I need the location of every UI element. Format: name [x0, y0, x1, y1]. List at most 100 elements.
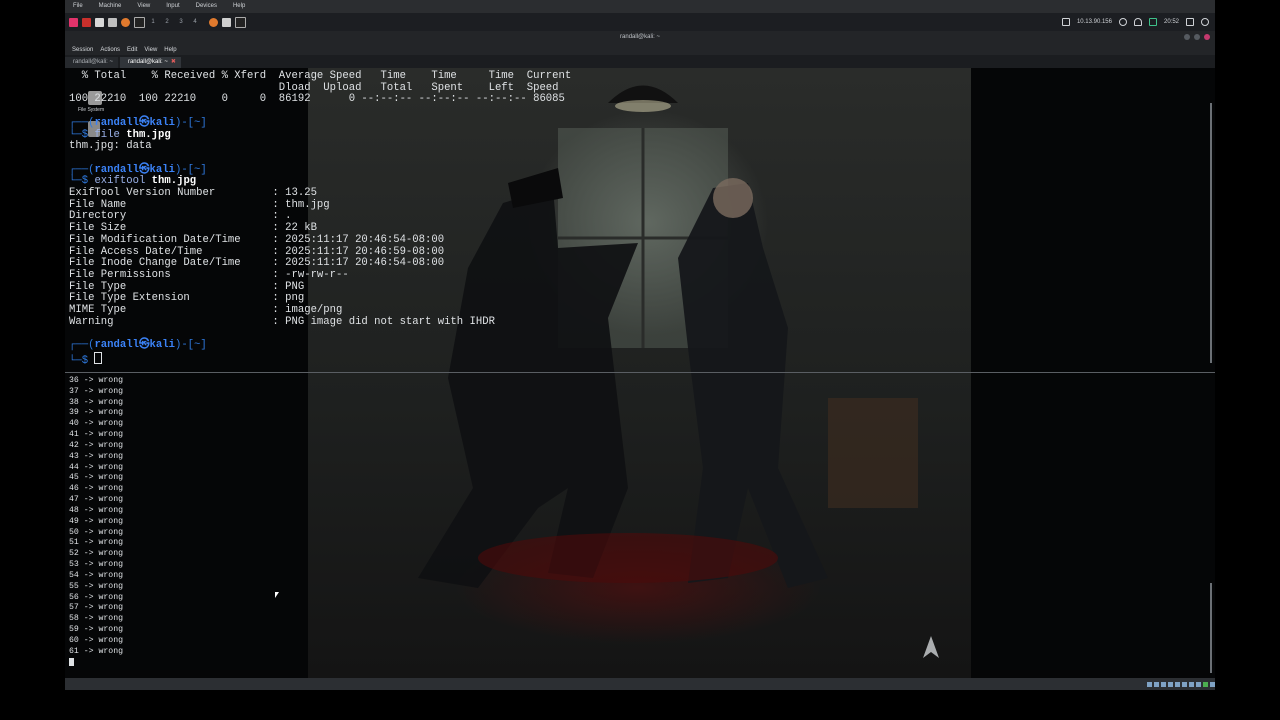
maximize-icon[interactable] [1194, 34, 1200, 40]
output-line: 60 -> wrong [69, 635, 124, 645]
taskbar-firefox-icon[interactable] [209, 17, 218, 27]
vbox-menu-devices[interactable]: Devices [188, 0, 225, 13]
usb-status-icon[interactable] [1175, 681, 1180, 687]
menu-help[interactable]: Help [161, 47, 180, 53]
taskbar-terminal-icon[interactable] [235, 16, 246, 28]
curl-progress-row: 100 22210 100 22210 0 0 86192 0 --:--:--… [69, 93, 565, 106]
prompt-user: randall㉿kali [94, 339, 175, 352]
prompt-arrow: └─$ [69, 354, 95, 367]
prompt-dir: )-[~] [174, 339, 207, 352]
minimize-icon[interactable] [1184, 34, 1190, 40]
curl-header-1: % Total % Received % Xferd Average Speed… [69, 70, 572, 82]
terminal-bottom-pane[interactable]: 36 -> wrong 37 -> wrong 38 -> wrong 39 -… [69, 376, 123, 669]
output-line: 50 -> wrong [69, 527, 124, 537]
prompt-dir: )-[~] [174, 116, 207, 129]
terminal-top-pane[interactable]: % Total % Received % Xferd Average Speed… [69, 70, 572, 368]
host-key-icon[interactable] [1210, 681, 1215, 687]
tab-2[interactable]: randall@kali: ~ ✖ [119, 57, 181, 68]
vbox-menu-view[interactable]: View [129, 0, 158, 13]
terminal-area[interactable]: File System % Total % Received % Xferd A… [65, 68, 1215, 678]
menu-view[interactable]: View [141, 47, 161, 53]
output-line: 46 -> wrong [69, 484, 124, 494]
text-cursor [69, 657, 74, 666]
vbox-status-bar [65, 678, 1215, 690]
split-divider[interactable] [65, 372, 1215, 373]
window-title: randall@kali: ~ [620, 34, 660, 40]
vbox-menu-help[interactable]: Help [225, 0, 253, 13]
output-line: 48 -> wrong [69, 505, 124, 515]
lock-icon[interactable] [1186, 18, 1194, 26]
power-icon[interactable] [1201, 18, 1209, 26]
cabinet [828, 398, 918, 508]
exif-line: Warning : PNG image did not start with I… [69, 315, 495, 328]
network-ip[interactable]: 10.13.90.156 [1077, 19, 1112, 25]
workspace-1[interactable]: 1 [147, 16, 159, 28]
bottom-pane-scrollbar[interactable] [1210, 583, 1212, 673]
notification-bell-icon[interactable] [1133, 18, 1142, 26]
output-line: 55 -> wrong [69, 581, 124, 591]
volume-icon[interactable] [1118, 18, 1127, 26]
top-pane-scrollbar[interactable] [1210, 103, 1212, 363]
bald-head [713, 178, 753, 218]
exif-line: ExifTool Version Number : 13.25 [69, 187, 317, 200]
prompt-open: ┌──( [69, 339, 95, 352]
prompt-arrow: └─$ [69, 128, 95, 141]
output-line: 57 -> wrong [69, 603, 124, 613]
workspace-3[interactable]: 3 [175, 16, 187, 28]
output-line: 39 -> wrong [69, 408, 124, 418]
output-line: 52 -> wrong [69, 549, 124, 559]
output-line: 43 -> wrong [69, 451, 124, 461]
shared-folder-status-icon[interactable] [1182, 681, 1187, 687]
output-line: 56 -> wrong [69, 592, 124, 602]
system-tray: 10.13.90.156 20:52 [1061, 13, 1209, 31]
network-status-icon[interactable] [1168, 681, 1173, 687]
close-icon[interactable] [1204, 34, 1210, 40]
blood-pool [478, 533, 778, 583]
output-line: 41 -> wrong [69, 430, 124, 440]
output-line: 40 -> wrong [69, 419, 124, 429]
menu-edit[interactable]: Edit [124, 47, 141, 53]
tab-1[interactable]: randall@kali: ~ [65, 57, 118, 68]
vbox-menu-machine[interactable]: Machine [91, 0, 130, 13]
text-cursor [94, 351, 103, 364]
prompt-open: ┌──( [69, 163, 95, 176]
terminal-launcher-icon[interactable] [134, 16, 145, 28]
exif-line: File Modification Date/Time : 2025:11:17… [69, 233, 445, 246]
clock[interactable]: 20:52 [1164, 19, 1179, 25]
tab-close-icon[interactable]: ✖ [171, 59, 176, 65]
output-line: 58 -> wrong [69, 614, 124, 624]
cpu-status-icon[interactable] [1203, 681, 1208, 687]
output-line: 59 -> wrong [69, 625, 124, 635]
menu-session[interactable]: Session [65, 47, 97, 53]
display-icon[interactable] [1061, 18, 1070, 26]
taskbar-editor-icon[interactable] [222, 17, 231, 27]
exif-line: MIME Type : image/png [69, 304, 343, 317]
prompt-open: ┌──( [69, 116, 95, 129]
file-manager-icon[interactable] [95, 17, 104, 27]
battery-icon[interactable] [1148, 18, 1157, 26]
menu-actions[interactable]: Actions [97, 47, 124, 53]
recording-status-icon[interactable] [1196, 681, 1201, 687]
show-desktop-icon[interactable] [82, 17, 91, 27]
exif-line: File Size : 22 kB [69, 222, 317, 235]
exif-line: File Type Extension : png [69, 292, 305, 305]
exif-line: File Type : PNG [69, 280, 305, 293]
optical-status-icon[interactable] [1154, 681, 1159, 687]
terminal-titlebar[interactable]: randall@kali: ~ [65, 31, 1215, 44]
vbox-menu-file[interactable]: File [65, 0, 91, 13]
firefox-icon[interactable] [121, 17, 130, 27]
text-editor-icon[interactable] [108, 17, 117, 27]
output-line: 61 -> wrong [69, 646, 124, 656]
workspace-2[interactable]: 2 [161, 16, 173, 28]
window-controls [1184, 34, 1210, 40]
cmd2-name: exiftool [94, 175, 146, 188]
output-line: 44 -> wrong [69, 462, 124, 472]
prompt-user: randall㉿kali [94, 116, 175, 129]
storage-status-icon[interactable] [1147, 681, 1152, 687]
workspace-4[interactable]: 4 [189, 16, 201, 28]
vbox-menu-input[interactable]: Input [158, 0, 187, 13]
display-status-icon[interactable] [1189, 681, 1194, 687]
kali-menu-icon[interactable] [69, 17, 78, 27]
audio-status-icon[interactable] [1161, 681, 1166, 687]
cmd1-arg: thm.jpg [126, 128, 171, 141]
